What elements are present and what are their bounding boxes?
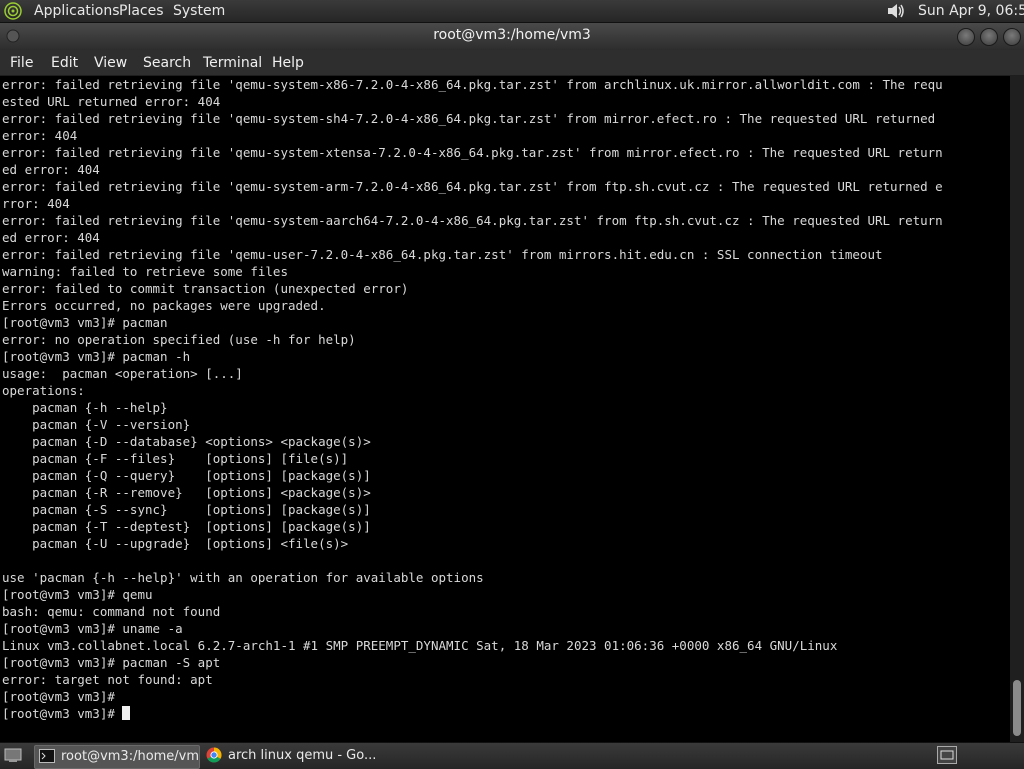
minimize-button[interactable] [957, 28, 975, 46]
terminal-line: [root@vm3 vm3]# [2, 689, 115, 704]
terminal-line: ed error: 404 [2, 230, 100, 245]
menu-terminal[interactable]: Terminal [203, 54, 262, 72]
terminal-line: [root@vm3 vm3]# uname -a [2, 621, 183, 636]
terminal-line: error: failed retrieving file 'qemu-syst… [2, 77, 943, 92]
volume-icon[interactable] [886, 2, 906, 20]
terminal-line: pacman {-R --remove} [options] <package(… [2, 485, 371, 500]
window-title: root@vm3:/home/vm3 [433, 27, 591, 43]
clock[interactable]: Sun Apr 9, 06:53 [918, 2, 1024, 20]
terminal-line: error: failed retrieving file 'qemu-syst… [2, 145, 943, 160]
workspace-switcher-icon[interactable] [937, 746, 957, 768]
terminal-line: bash: qemu: command not found [2, 604, 221, 619]
terminal-line: operations: [2, 383, 85, 398]
terminal-line: error: failed to commit transaction (une… [2, 281, 409, 296]
prompt-text: [root@vm3 vm3]# [2, 706, 123, 721]
terminal-line: pacman {-S --sync} [options] [package(s)… [2, 502, 371, 517]
applications-menu[interactable]: Applications [34, 2, 120, 20]
text-cursor [122, 706, 131, 720]
terminal-line: Linux vm3.collabnet.local 6.2.7-arch1-1 … [2, 638, 838, 653]
scrollbar-thumb[interactable] [1013, 680, 1021, 736]
terminal-line: pacman {-V --version} [2, 417, 191, 432]
taskbar-label: arch linux qemu - Go... [228, 748, 377, 763]
taskbar-label: root@vm3:/home/vm3 [61, 749, 200, 764]
maximize-button[interactable] [980, 28, 998, 46]
places-menu[interactable]: Places [119, 2, 164, 20]
terminal-line: usage: pacman <operation> [...] [2, 366, 243, 381]
terminal-line: error: failed retrieving file 'qemu-syst… [2, 179, 943, 194]
distro-logo-icon[interactable] [4, 2, 22, 20]
terminal-line: error: failed retrieving file 'qemu-syst… [2, 111, 936, 126]
terminal-line: warning: failed to retrieve some files [2, 264, 288, 279]
terminal-line: pacman {-D --database} <options> <packag… [2, 434, 371, 449]
taskbar-item-browser[interactable]: arch linux qemu - Go... [202, 745, 382, 767]
terminal-line: error: failed retrieving file 'qemu-syst… [2, 213, 943, 228]
terminal-line: [root@vm3 vm3]# pacman -S apt [2, 655, 221, 670]
terminal-line: [root@vm3 vm3]# pacman [2, 315, 168, 330]
system-menu[interactable]: System [173, 2, 225, 20]
terminal-line: pacman {-h --help} [2, 400, 168, 415]
terminal-line: rror: 404 [2, 196, 70, 211]
terminal-lines: error: failed retrieving file 'qemu-syst… [0, 76, 1010, 705]
show-desktop-icon[interactable] [4, 747, 22, 767]
terminal-line: pacman {-F --files} [options] [file(s)] [2, 451, 349, 466]
menu-edit[interactable]: Edit [51, 54, 78, 72]
menu-search[interactable]: Search [143, 54, 191, 72]
taskbar-item-terminal[interactable]: root@vm3:/home/vm3 [34, 745, 200, 769]
terminal-line: pacman {-Q --query} [options] [package(s… [2, 468, 371, 483]
terminal-prompt-line[interactable]: [root@vm3 vm3]# [0, 705, 1010, 722]
chrome-icon [206, 747, 222, 763]
menu-file[interactable]: File [10, 54, 33, 72]
terminal-line: ed error: 404 [2, 162, 100, 177]
menu-help[interactable]: Help [272, 54, 304, 72]
top-panel: Applications Places System Sun Apr 9, 06… [0, 0, 1024, 23]
menu-view[interactable]: View [94, 54, 127, 72]
terminal-line: error: failed retrieving file 'qemu-user… [2, 247, 883, 262]
terminal-line: pacman {-U --upgrade} [options] <file(s)… [2, 536, 349, 551]
terminal-line: Errors occurred, no packages were upgrad… [2, 298, 326, 313]
terminal-icon [39, 749, 55, 763]
terminal-line: error: no operation specified (use -h fo… [2, 332, 356, 347]
terminal-line: [root@vm3 vm3]# qemu [2, 587, 153, 602]
terminal-output[interactable]: error: failed retrieving file 'qemu-syst… [0, 76, 1010, 742]
terminal-line: error: 404 [2, 128, 78, 143]
terminal-line: error: target not found: apt [2, 672, 213, 687]
terminal-line: pacman {-T --deptest} [options] [package… [2, 519, 371, 534]
menubar: File Edit View Search Terminal Help [0, 50, 1024, 76]
bottom-taskbar: root@vm3:/home/vm3 arch linux qemu - Go.… [0, 742, 1024, 769]
terminal-scrollbar[interactable] [1010, 76, 1024, 742]
terminal-line: use 'pacman {-h --help}' with an operati… [2, 570, 484, 585]
terminal-line: [root@vm3 vm3]# pacman -h [2, 349, 191, 364]
terminal-line: ested URL returned error: 404 [2, 94, 221, 109]
window-titlebar[interactable]: root@vm3:/home/vm3 [0, 23, 1024, 50]
close-button[interactable] [1003, 28, 1021, 46]
